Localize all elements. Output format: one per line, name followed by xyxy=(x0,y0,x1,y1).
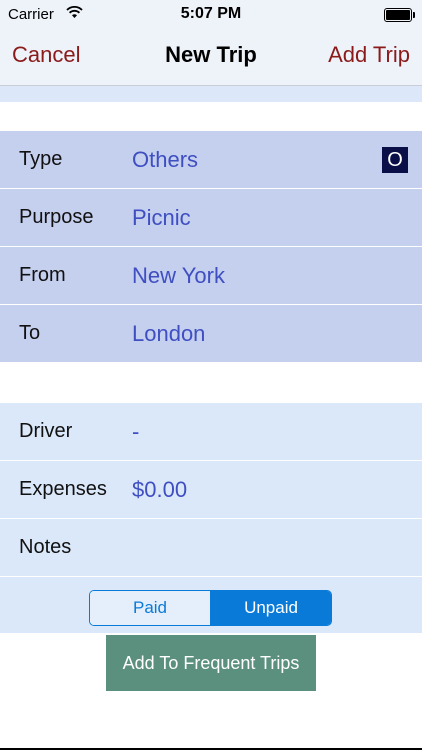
expenses-row[interactable]: Expenses $0.00 xyxy=(0,461,422,519)
type-row[interactable]: Type Others O xyxy=(0,131,422,189)
to-label: To xyxy=(19,322,41,344)
status-bar: Carrier 5:07 PM xyxy=(0,0,422,30)
driver-label: Driver xyxy=(19,420,73,442)
trip-fields-group: Type Others O Purpose Picnic From New Yo… xyxy=(0,131,422,362)
payment-status-control: Paid Unpaid xyxy=(89,590,332,626)
type-badge: O xyxy=(382,147,408,173)
notes-label: Notes xyxy=(19,536,72,558)
purpose-value: Picnic xyxy=(132,205,191,230)
expenses-value: $0.00 xyxy=(132,477,188,502)
from-value: New York xyxy=(132,263,225,288)
to-row[interactable]: To London xyxy=(0,305,422,362)
to-value: London xyxy=(132,321,206,346)
unpaid-segment[interactable]: Unpaid xyxy=(211,591,331,625)
from-row[interactable]: From New York xyxy=(0,247,422,305)
from-label: From xyxy=(19,264,66,286)
driver-row[interactable]: Driver - xyxy=(0,403,422,461)
add-trip-button[interactable]: Add Trip xyxy=(328,42,410,68)
purpose-row[interactable]: Purpose Picnic xyxy=(0,189,422,247)
type-label: Type xyxy=(19,148,63,170)
trip-details-group: Driver - Expenses $0.00 Notes Paid Unpai… xyxy=(0,403,422,633)
expenses-label: Expenses xyxy=(19,478,107,500)
notes-row[interactable]: Notes xyxy=(0,519,422,577)
battery-icon xyxy=(384,8,415,22)
driver-value: - xyxy=(132,419,140,444)
header-strip xyxy=(0,86,422,102)
payment-status-row: Paid Unpaid xyxy=(0,577,422,633)
clock: 5:07 PM xyxy=(180,5,242,22)
navigation-bar: Cancel New Trip Add Trip xyxy=(0,30,422,86)
purpose-label: Purpose xyxy=(19,206,94,228)
type-value: Others xyxy=(132,147,199,172)
add-to-frequent-trips-button[interactable]: Add To Frequent Trips xyxy=(106,635,316,691)
paid-segment[interactable]: Paid xyxy=(90,591,211,625)
